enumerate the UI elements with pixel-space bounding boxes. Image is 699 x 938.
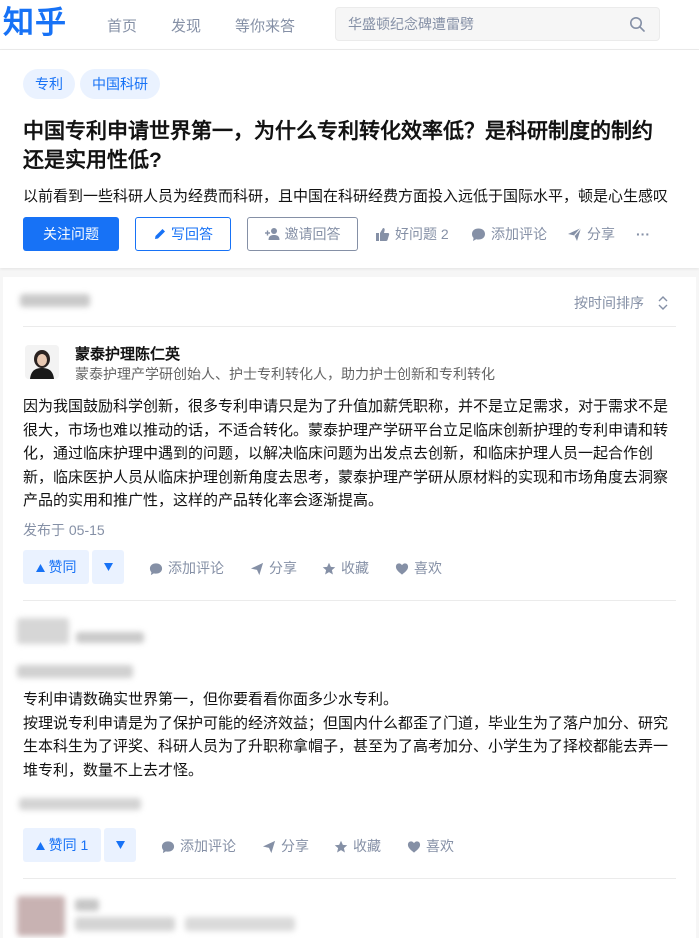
add-comment-button[interactable]: 添加评论 <box>149 558 224 578</box>
answer-line: 专利申请数确实世界第一，但你要看看你面多少水专利。 <box>23 691 399 708</box>
author-name-blurred <box>76 632 144 643</box>
search-box <box>335 7 660 41</box>
answer-line: 按理说专利申请是为了保护可能的经济效益；但国内什么都歪了门道，毕业生为了落户加分… <box>23 714 669 732</box>
downvote-button[interactable] <box>104 828 136 862</box>
like-button[interactable]: 喜欢 <box>395 558 442 578</box>
caret-down-icon <box>104 563 113 571</box>
more-button[interactable]: ··· <box>636 224 650 244</box>
share-button[interactable]: 分享 <box>567 224 615 244</box>
question-detail[interactable]: 以前看到一些科研人员为经费而科研，且中国在科研经费方面投入远低于国际水平，顿是心… <box>23 187 693 207</box>
answer-count-blurred <box>20 294 90 307</box>
share-icon <box>262 840 276 854</box>
upvote-button[interactable]: 赞同 <box>23 550 89 584</box>
share-label: 分享 <box>281 838 309 854</box>
like-label: 喜欢 <box>414 560 442 576</box>
avatar[interactable] <box>25 345 59 379</box>
author-name[interactable]: 蒙泰护理陈仁英 <box>75 343 180 364</box>
question-card: 专利 中国科研 中国专利申请世界第一，为什么专利转化效率低？是科研制度的制约 还… <box>0 50 699 268</box>
good-question-button[interactable]: 好问题 2 <box>375 224 449 244</box>
heart-icon <box>407 841 421 853</box>
collect-button[interactable]: 收藏 <box>322 558 369 578</box>
add-comment-button[interactable]: 添加评论 <box>471 224 547 244</box>
question-title-line1: 中国专利申请世界第一，为什么专利转化效率低？是科研制度的制约 <box>23 120 653 143</box>
thumbs-up-icon <box>376 228 390 241</box>
author-desc-blurred <box>75 917 175 931</box>
author-name-blurred <box>75 899 99 911</box>
search-icon[interactable] <box>629 16 645 32</box>
star-icon <box>334 840 348 853</box>
add-comment-button[interactable]: 添加评论 <box>161 836 236 856</box>
answer-content: 专利申请数确实世界第一，但你要看看你面多少水专利。 按理说专利申请是为了保护可能… <box>23 688 673 782</box>
pencil-icon <box>155 229 165 239</box>
caret-up-icon <box>35 564 45 572</box>
share-button[interactable]: 分享 <box>250 558 297 578</box>
comment-icon <box>161 841 175 854</box>
write-answer-button[interactable]: 写回答 <box>135 217 231 251</box>
publish-date-blurred <box>19 798 141 810</box>
upvote-label: 赞同 <box>48 559 77 575</box>
downvote-button[interactable] <box>92 550 124 584</box>
publish-date[interactable]: 发布于 05-15 <box>23 520 105 540</box>
star-icon <box>322 562 336 575</box>
share-button[interactable]: 分享 <box>262 836 309 856</box>
answer-line: 新，临床医护人员从临床护理创新角度去思考，蒙泰护理产学研从原材料的实现和市场角度… <box>23 468 669 486</box>
answer-line: 因为我国鼓励科学创新，很多专利申请只是为了升值加薪凭职称，并不是立足需求，对于需… <box>23 398 669 415</box>
follow-question-button[interactable]: 关注问题 <box>23 217 119 251</box>
answer-content: 因为我国鼓励科学创新，很多专利申请只是为了升值加薪凭职称，并不是立足需求，对于需… <box>23 395 673 513</box>
write-answer-label: 写回答 <box>171 226 213 242</box>
answer-line: 很大，市场也难以推动的话，不适合转化。蒙泰护理产学研平台立足临床创新护理的专利申… <box>23 421 669 439</box>
tag-china-research[interactable]: 中国科研 <box>80 69 160 99</box>
answer-line: 堆专利，数量不上去才怪。 <box>23 761 204 779</box>
answer-line: 产品的实用和推广性，这样的产品转化率会逐渐提高。 <box>23 492 384 509</box>
divider <box>23 326 676 327</box>
tag-patent[interactable]: 专利 <box>23 69 75 99</box>
collect-label: 收藏 <box>353 838 381 854</box>
question-title: 中国专利申请世界第一，为什么专利转化效率低？是科研制度的制约 还是实用性低? <box>23 117 688 175</box>
avatar-blurred <box>17 896 65 936</box>
top-header: 知乎 首页 发现 等你来答 <box>0 0 699 50</box>
invite-answer-label: 邀请回答 <box>284 226 341 242</box>
collect-button[interactable]: 收藏 <box>334 836 381 856</box>
caret-down-icon <box>116 841 125 849</box>
add-comment-label: 添加评论 <box>491 226 547 242</box>
good-question-label: 好问题 2 <box>395 226 449 242</box>
like-button[interactable]: 喜欢 <box>407 836 454 856</box>
author-desc-blurred <box>17 665 133 678</box>
search-input[interactable] <box>348 8 608 40</box>
nav-waiting-answers[interactable]: 等你来答 <box>235 15 295 36</box>
zhihu-logo[interactable]: 知乎 <box>3 5 67 41</box>
upvote-label: 赞同 1 <box>48 837 89 853</box>
question-title-line2: 还是实用性低? <box>23 149 162 172</box>
share-icon <box>568 227 582 241</box>
author-desc-blurred <box>185 917 295 931</box>
answers-card: 按时间排序 蒙泰护理陈仁英 蒙泰护理产学研创始人、护士专利转化人，助力护士创新和… <box>3 277 696 938</box>
heart-icon <box>395 563 409 575</box>
comment-icon <box>472 228 485 241</box>
divider <box>23 878 676 879</box>
comment-icon <box>149 563 163 576</box>
add-comment-label: 添加评论 <box>180 838 236 854</box>
add-comment-label: 添加评论 <box>168 560 224 576</box>
nav-discover[interactable]: 发现 <box>171 15 201 36</box>
upvote-button[interactable]: 赞同 1 <box>23 828 101 862</box>
nav-home[interactable]: 首页 <box>107 15 137 36</box>
sort-icon <box>658 296 668 310</box>
answer-line: 化，通过临床护理中遇到的问题，以解决临床问题为出发点去创新，和临床护理人员一起合… <box>23 445 654 462</box>
invite-answer-button[interactable]: 邀请回答 <box>247 217 358 251</box>
author-description: 蒙泰护理产学研创始人、护士专利转化人，助力护士创新和专利转化 <box>75 366 495 382</box>
person-plus-icon <box>264 228 279 240</box>
like-label: 喜欢 <box>426 838 454 854</box>
caret-up-icon <box>35 842 45 850</box>
sort-label: 按时间排序 <box>574 295 644 311</box>
share-label: 分享 <box>587 226 615 242</box>
answer-line: 生本科生为了评奖、科研人员为了升职称拿帽子，甚至为了高考加分、小学生为了择校都能… <box>23 738 669 755</box>
sort-by-time-button[interactable]: 按时间排序 <box>574 293 668 313</box>
share-icon <box>250 562 264 576</box>
collect-label: 收藏 <box>341 560 369 576</box>
share-label: 分享 <box>269 560 297 576</box>
divider <box>23 600 676 601</box>
avatar-blurred <box>17 618 69 644</box>
